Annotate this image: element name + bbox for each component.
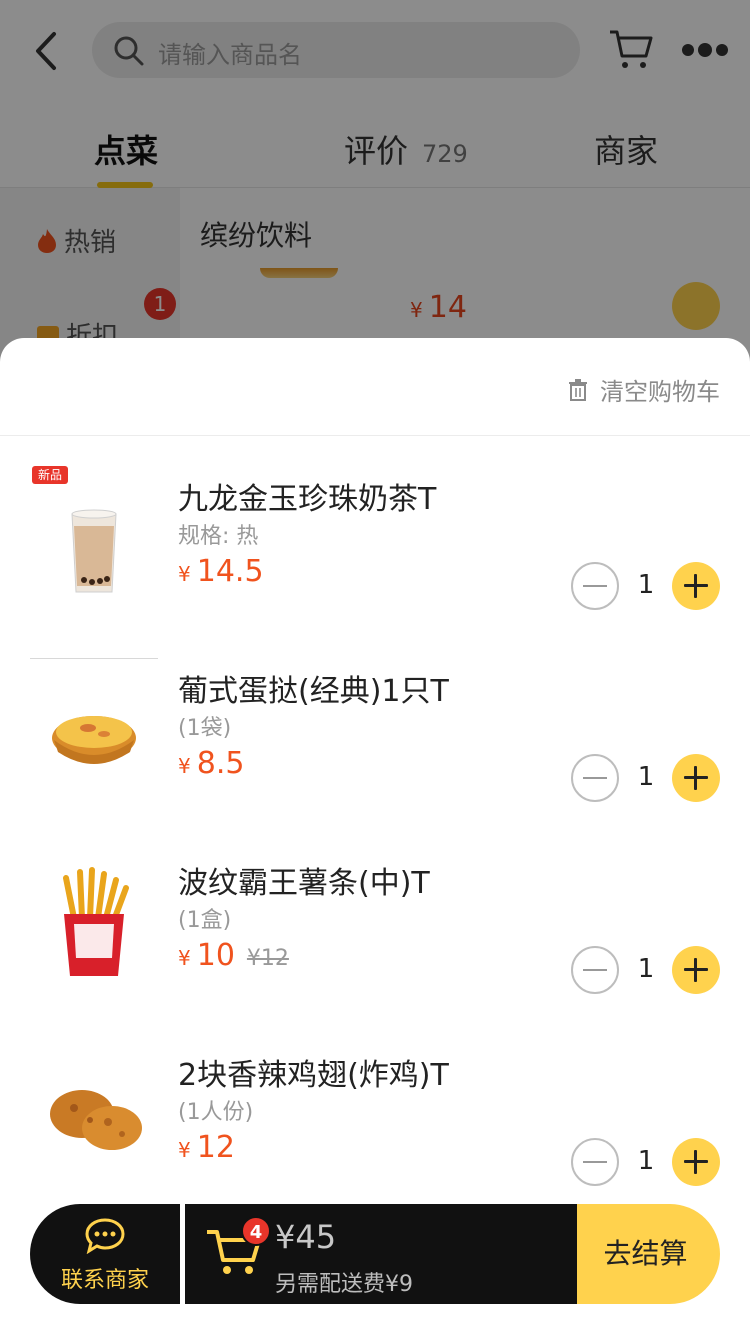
product-image-fries	[63, 867, 129, 976]
item-quantity: 1	[637, 1146, 655, 1176]
bottom-checkout-bar: 联系商家 4 ¥45 另需配送费¥9 去结算	[30, 1204, 720, 1304]
clear-cart-label: 清空购物车	[600, 378, 720, 406]
item-price: ¥10 ¥12	[178, 938, 289, 973]
clear-cart-button[interactable]: 清空购物车	[568, 372, 720, 407]
item-name: 葡式蛋挞(经典)1只T	[178, 674, 449, 709]
contact-merchant-label: 联系商家	[60, 1268, 149, 1293]
item-price: ¥12	[178, 1130, 235, 1165]
decrease-button[interactable]	[571, 754, 619, 802]
item-divider	[30, 658, 158, 659]
decrease-button[interactable]	[571, 562, 619, 610]
decrease-button[interactable]	[571, 946, 619, 994]
cart-sheet: 清空购物车 新品 九龙金玉珍珠奶茶T 规格: 热 ¥14.5 1 葡式蛋挞(经典…	[0, 338, 750, 1334]
increase-button[interactable]	[672, 946, 720, 994]
contact-merchant-button[interactable]: 联系商家	[30, 1204, 180, 1304]
product-image-egg-tart	[52, 716, 136, 764]
item-spec: (1人份)	[178, 1100, 254, 1125]
increase-button[interactable]	[672, 1138, 720, 1186]
cart-summary[interactable]: 4 ¥45 另需配送费¥9	[185, 1204, 577, 1304]
item-name: 九龙金玉珍珠奶茶T	[178, 482, 437, 517]
cart-item: 波纹霸王薯条(中)T (1盒) ¥10 ¥12 1	[0, 858, 750, 1050]
item-spec: 规格: 热	[178, 524, 259, 549]
new-product-badge: 新品	[32, 466, 69, 484]
increase-button[interactable]	[672, 754, 720, 802]
delivery-fee-note: 另需配送费¥9	[275, 1272, 413, 1297]
trash-icon	[569, 378, 587, 401]
decrease-button[interactable]	[571, 1138, 619, 1186]
item-name: 2块香辣鸡翅(炸鸡)T	[178, 1058, 449, 1093]
cart-count-badge: 4	[241, 1216, 271, 1246]
item-price: ¥14.5	[178, 554, 264, 589]
cart-sheet-header: 清空购物车	[0, 338, 750, 436]
item-quantity: 1	[637, 762, 655, 792]
item-spec: (1盒)	[178, 908, 232, 933]
increase-button[interactable]	[672, 562, 720, 610]
original-price: ¥12	[246, 946, 289, 971]
cart-total: ¥45	[275, 1218, 337, 1256]
item-quantity: 1	[637, 954, 655, 984]
chat-icon	[85, 1218, 125, 1254]
item-price: ¥8.5	[178, 746, 245, 781]
item-quantity: 1	[637, 570, 655, 600]
cart-item: 新品 九龙金玉珍珠奶茶T 规格: 热 ¥14.5 1	[0, 466, 750, 666]
item-name: 波纹霸王薯条(中)T	[178, 866, 430, 901]
checkout-button[interactable]: 去结算	[577, 1204, 720, 1304]
product-image-milk-tea	[71, 509, 117, 593]
product-image-chicken-wings	[50, 1090, 142, 1150]
item-spec: (1袋)	[178, 716, 232, 741]
cart-item: 葡式蛋挞(经典)1只T (1袋) ¥8.5 1	[0, 666, 750, 858]
